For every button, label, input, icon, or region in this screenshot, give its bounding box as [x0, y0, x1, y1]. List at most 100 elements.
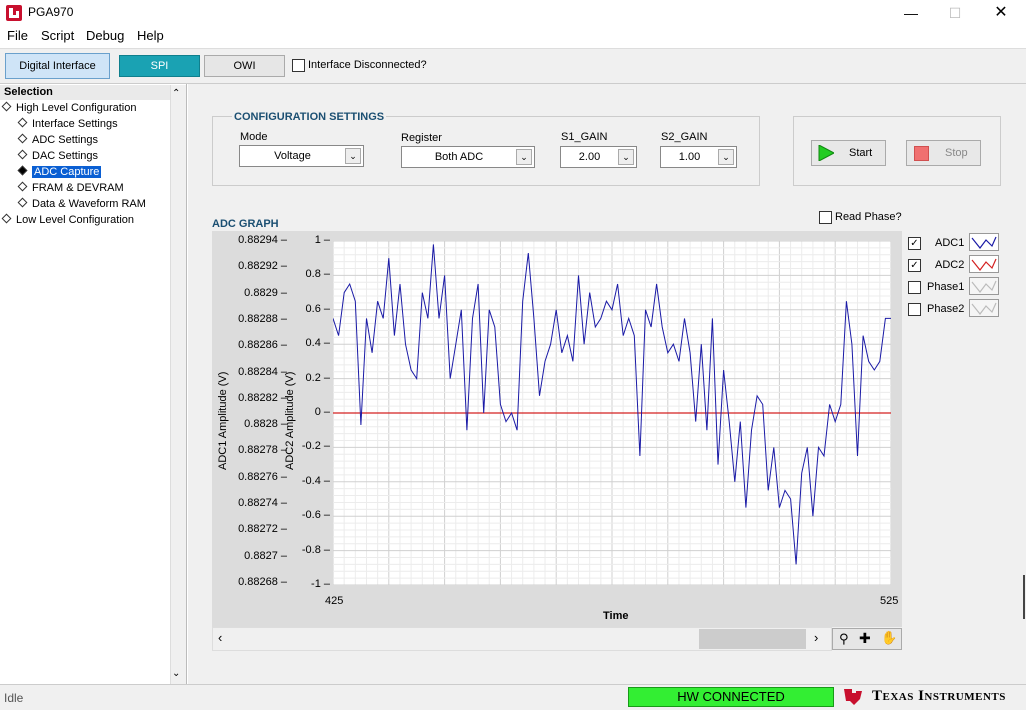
y1-axis-label: ADC1 Amplitude (V) — [217, 371, 229, 470]
sidebar-item-low-level-configuration[interactable]: Low Level Configuration — [1, 213, 134, 228]
y2-tick-label: -0.6 – — [301, 509, 330, 522]
diamond-icon — [17, 117, 28, 128]
scroll-up-icon[interactable]: ⌃ — [172, 88, 180, 99]
y1-tick-label: 0.88282 – — [238, 391, 287, 404]
ti-logo-icon — [842, 687, 866, 707]
legend-label: ADC2 — [935, 259, 965, 271]
y1-tick-label: 0.8828 – — [244, 418, 287, 431]
sidebar-item-label: ADC Settings — [32, 134, 99, 146]
register-label: Register — [401, 132, 442, 144]
scroll-thumb[interactable] — [699, 629, 806, 649]
y1-tick-label: 0.88268 – — [238, 575, 287, 588]
stop-icon — [914, 146, 929, 161]
window-title: PGA970 — [28, 5, 74, 19]
x-min-label: 425 — [325, 595, 344, 607]
read-phase-label: Read Phase? — [835, 211, 902, 223]
maximize-button[interactable]: ☐ — [932, 0, 978, 26]
stop-label: Stop — [945, 147, 968, 159]
sidebar-item-label: ADC Capture — [32, 166, 102, 178]
x-max-label: 525 — [880, 595, 899, 607]
brand-name: Texas Instruments — [872, 688, 1006, 704]
x-axis-label: Time — [603, 610, 629, 622]
y2-tick-label: -1 – — [311, 578, 330, 590]
adc1-line-swatch-icon — [969, 233, 999, 251]
mode-select[interactable]: Voltage ⌄ — [239, 145, 364, 167]
sidebar-item-fram-devram[interactable]: FRAM & DEVRAM — [17, 181, 124, 196]
adc-graph-header: ADC GRAPH — [212, 218, 279, 230]
scroll-right-icon[interactable]: › — [814, 630, 818, 645]
status-text: Idle — [4, 691, 24, 705]
spi-button[interactable]: SPI — [119, 55, 200, 77]
s2-gain-label: S2_GAIN — [661, 131, 708, 143]
minimize-button[interactable]: — — [888, 0, 934, 26]
y1-tick-label: 0.88294 – — [238, 234, 287, 246]
scroll-left-icon[interactable]: ‹ — [218, 630, 222, 645]
diamond-icon — [1, 101, 12, 112]
sidebar-item-label: DAC Settings — [32, 150, 99, 162]
legend-row-adc2[interactable]: ✓ ADC2 — [903, 254, 1002, 276]
sidebar-item-dac-settings[interactable]: DAC Settings — [17, 149, 99, 164]
menu-file[interactable]: File — [7, 28, 28, 43]
y1-tick-label: 0.88274 – — [238, 497, 287, 509]
sidebar-item-adc-settings[interactable]: ADC Settings — [17, 133, 99, 148]
y2-tick-label: -0.2 – — [301, 440, 330, 453]
legend-label: Phase1 — [927, 281, 965, 293]
close-button[interactable]: ✕ — [978, 0, 1024, 26]
zoom-icon[interactable]: ⚲ — [839, 631, 849, 647]
y2-tick-label: 0.4 – — [305, 337, 330, 350]
selection-header: Selection — [0, 85, 170, 100]
stop-button[interactable]: Stop — [906, 140, 981, 166]
menu-help[interactable]: Help — [137, 28, 164, 43]
graph-tool-palette: ⚲ ✚ ✋ — [832, 628, 902, 650]
y1-tick-label: 0.88288 – — [238, 312, 287, 325]
sidebar-item-label: FRAM & DEVRAM — [32, 182, 124, 194]
pan-hand-icon[interactable]: ✋ — [881, 630, 897, 646]
y2-axis-label: ADC2 Amplitude (V) — [284, 371, 296, 470]
y2-tick-label: 0.6 – — [305, 302, 330, 315]
diamond-icon — [17, 133, 28, 144]
sidebar-item-adc-capture[interactable]: ADC Capture — [17, 165, 102, 180]
register-select[interactable]: Both ADC ⌄ — [401, 146, 535, 168]
digital-interface-button[interactable]: Digital Interface — [5, 53, 110, 79]
chart-svg — [332, 240, 892, 586]
legend-row-adc1[interactable]: ✓ ADC1 — [903, 232, 1002, 254]
read-phase-checkbox[interactable] — [819, 211, 832, 224]
sidebar-item-high-level-configuration[interactable]: High Level Configuration — [1, 101, 137, 116]
start-label: Start — [849, 147, 873, 159]
checkmark-icon[interactable]: ✓ — [908, 237, 921, 250]
menu-debug[interactable]: Debug — [86, 28, 124, 43]
phase1-line-swatch-icon — [969, 277, 999, 295]
phase1-checkbox[interactable] — [908, 281, 921, 294]
y2-tick-label: 0.2 – — [305, 371, 330, 384]
y1-tick-label: 0.88284 – — [238, 365, 287, 378]
y2-tick-label: -0.8 – — [301, 543, 330, 556]
sidebar-item-interface-settings[interactable]: Interface Settings — [17, 117, 118, 132]
checkmark-icon[interactable]: ✓ — [908, 259, 921, 272]
sidebar-item-label: High Level Configuration — [16, 102, 137, 114]
phase2-checkbox[interactable] — [908, 303, 921, 316]
y1-tick-label: 0.8829 – — [244, 286, 287, 299]
menu-script[interactable]: Script — [41, 28, 74, 43]
s2-gain-select[interactable]: 1.00 ⌄ — [660, 146, 737, 168]
hw-connected-indicator: HW CONNECTED — [628, 687, 834, 707]
plot-area[interactable] — [332, 240, 892, 586]
sidebar-scrollbar[interactable] — [170, 85, 186, 685]
cursor-crosshair-icon[interactable]: ✚ — [859, 630, 871, 647]
diamond-icon — [17, 149, 28, 160]
legend-label: Phase2 — [927, 303, 965, 315]
scroll-down-icon[interactable]: ⌄ — [172, 668, 180, 679]
interface-disconnected-checkbox[interactable] — [292, 59, 305, 72]
diamond-icon — [17, 181, 28, 192]
start-button[interactable]: Start — [811, 140, 886, 166]
owi-button[interactable]: OWI — [204, 55, 285, 77]
configuration-settings-header: CONFIGURATION SETTINGS — [232, 111, 387, 123]
legend-label: ADC1 — [935, 237, 965, 249]
s1-gain-select[interactable]: 2.00 ⌄ — [560, 146, 637, 168]
interface-disconnected-label: Interface Disconnected? — [308, 59, 427, 71]
legend-row-phase2[interactable]: Phase2 — [903, 298, 1002, 320]
play-icon — [818, 145, 834, 161]
legend-row-phase1[interactable]: Phase1 — [903, 276, 1002, 298]
sidebar-item-data-waveform-ram[interactable]: Data & Waveform RAM — [17, 197, 146, 212]
s1-gain-label: S1_GAIN — [561, 131, 608, 143]
y1-tick-label: 0.88272 – — [238, 523, 287, 536]
